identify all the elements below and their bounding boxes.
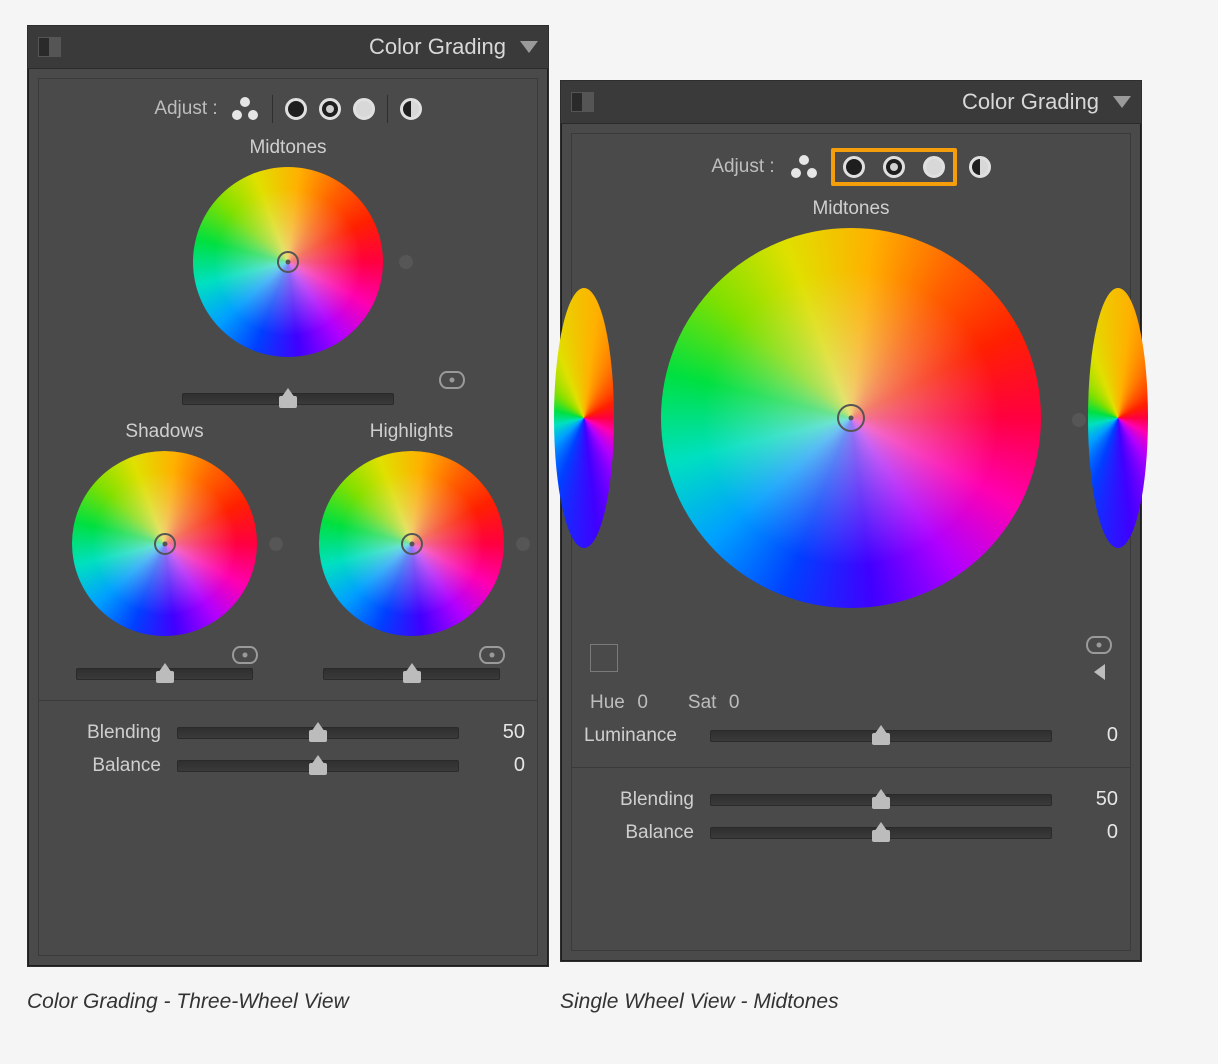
adjust-label: Adjust : [711,156,774,178]
slider-knob[interactable] [872,725,890,745]
wheel-center-handle[interactable] [837,404,865,432]
slider-knob[interactable] [872,822,890,842]
luminance-value: 0 [1068,724,1118,747]
global-view-icon[interactable] [969,156,991,178]
sat-readout: Sat 0 [688,692,740,714]
blending-value: 50 [475,721,525,744]
shadows-color-wheel[interactable] [72,451,257,636]
highlights-view-icon[interactable] [923,156,945,178]
wheel-center-handle[interactable] [277,251,299,273]
panel-body: Adjust : Midtones [38,78,538,956]
midtones-color-wheel[interactable] [193,167,383,357]
blending-value: 50 [1068,788,1118,811]
slider-knob[interactable] [156,663,174,683]
midtones-wheel-group [51,167,525,405]
panel-titlebar: Color Grading [28,26,548,69]
balance-label: Balance [51,755,161,777]
panel-titlebar: Color Grading [561,81,1141,124]
saturation-handle[interactable] [399,255,413,269]
panel-title: Color Grading [369,34,506,60]
divider [572,767,1130,768]
adjust-label: Adjust : [154,98,217,120]
panel-title: Color Grading [962,89,1099,115]
balance-value: 0 [1068,821,1118,844]
collapse-left-icon[interactable] [1094,664,1105,680]
shadows-view-icon[interactable] [843,156,865,178]
hue-readout: Hue 0 [590,692,648,714]
highlights-view-icon[interactable] [353,98,375,120]
balance-label: Balance [584,822,694,844]
wheel-controls-row [584,636,1118,680]
shadows-label: Shadows [125,421,203,443]
visibility-eye-icon[interactable] [439,371,465,389]
midtones-wheel-group [584,228,1118,618]
collapse-triangle-icon[interactable] [520,41,538,53]
color-swatch[interactable] [590,644,618,672]
global-view-icon[interactable] [400,98,422,120]
shadows-luminance-slider[interactable] [76,668,253,680]
shadows-view-icon[interactable] [285,98,307,120]
shadows-wheel-group: Shadows [51,415,278,680]
luminance-slider[interactable] [710,730,1052,742]
next-wheel-peek[interactable] [1088,288,1148,548]
balance-value: 0 [475,754,525,777]
blending-row: Blending 50 [584,788,1118,811]
visibility-eye-icon[interactable] [1086,636,1112,654]
balance-row: Balance 0 [51,754,525,777]
panel-grip-icon [571,92,594,112]
balance-row: Balance 0 [584,821,1118,844]
blending-row: Blending 50 [51,721,525,744]
midtones-color-wheel[interactable] [661,228,1041,608]
saturation-handle[interactable] [269,537,283,551]
midtones-view-icon[interactable] [319,98,341,120]
separator [387,95,388,123]
three-wheel-view-icon[interactable] [789,155,819,179]
figure: { "left": { "title": "Color Grading", "a… [0,0,1218,1064]
divider [39,700,537,701]
blending-label: Blending [51,722,161,744]
midtones-label: Midtones [584,198,1118,220]
saturation-handle[interactable] [1072,413,1086,427]
balance-slider[interactable] [177,760,459,772]
slider-knob[interactable] [279,388,297,408]
slider-knob[interactable] [309,755,327,775]
highlights-luminance-slider[interactable] [323,668,500,680]
caption-right: Single Wheel View - Midtones [560,990,839,1014]
visibility-eye-icon[interactable] [479,646,505,664]
hue-sat-readout: Hue 0 Sat 0 [590,692,1118,714]
balance-slider[interactable] [710,827,1052,839]
three-wheel-view-icon[interactable] [230,97,260,121]
visibility-eye-icon[interactable] [232,646,258,664]
luminance-row: Luminance 0 [584,724,1118,747]
slider-knob[interactable] [403,663,421,683]
panel-grip-icon [38,37,61,57]
midtones-luminance-slider[interactable] [182,393,394,405]
highlights-color-wheel[interactable] [319,451,504,636]
saturation-handle[interactable] [516,537,530,551]
color-grading-panel-three-wheel: Color Grading Adjust : Midtones [27,25,549,967]
caption-left: Color Grading - Three-Wheel View [27,990,349,1014]
adjust-mode-row: Adjust : [584,150,1118,184]
highlights-label: Highlights [370,421,453,443]
prev-wheel-peek[interactable] [554,288,614,548]
blending-label: Blending [584,789,694,811]
wheel-center-handle[interactable] [154,533,176,555]
blending-slider[interactable] [710,794,1052,806]
midtones-label: Midtones [51,137,525,159]
slider-knob[interactable] [872,789,890,809]
separator [272,95,273,123]
blending-slider[interactable] [177,727,459,739]
color-grading-panel-single-wheel: Color Grading Adjust : Midtones [560,80,1142,962]
highlights-wheel-group: Highlights [298,415,525,680]
panel-body: Adjust : Midtones [571,133,1131,951]
collapse-triangle-icon[interactable] [1113,96,1131,108]
wheel-center-handle[interactable] [401,533,423,555]
slider-knob[interactable] [309,722,327,742]
adjust-mode-row: Adjust : [51,95,525,123]
midtones-view-icon[interactable] [883,156,905,178]
luminance-label: Luminance [584,725,694,747]
